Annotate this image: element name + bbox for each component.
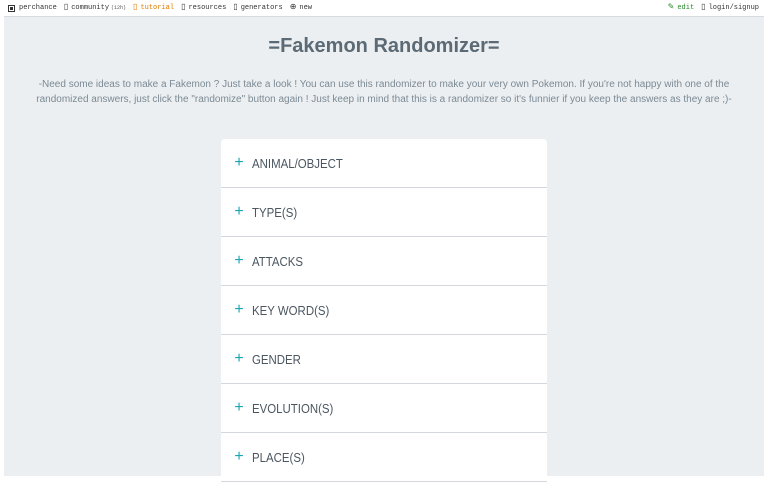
nav-new-label: new	[299, 4, 313, 12]
accordion-item-evolutions[interactable]: + EVOLUTION(S)	[221, 384, 547, 433]
plus-icon: +	[234, 252, 244, 269]
nav-edit[interactable]: ✎ edit	[667, 3, 695, 13]
nav-login[interactable]: ▯ login/signup	[701, 3, 759, 13]
nav-community[interactable]: ▯ community (12h)	[63, 3, 127, 13]
nav-tutorial-label: tutorial	[140, 4, 175, 12]
page-description: -Need some ideas to make a Fakemon ? Jus…	[36, 79, 732, 105]
accordion-item-gender[interactable]: + GENDER	[221, 335, 547, 384]
nav-right: ✎ edit ▯ login/signup	[667, 3, 768, 13]
book-icon: ▯	[133, 3, 138, 12]
dice-icon	[8, 4, 15, 12]
accordion-item-label: EVOLUTION(S)	[252, 400, 334, 416]
plus-icon: +	[234, 350, 244, 367]
accordion-item-key-words[interactable]: + KEY WORD(S)	[221, 286, 547, 335]
nav-brand[interactable]: perchance	[8, 4, 57, 12]
chat-icon: ▯	[63, 3, 69, 12]
accordion-item-label: KEY WORD(S)	[252, 302, 330, 318]
accordion-item-label: TYPE(S)	[252, 204, 298, 220]
plus-icon: +	[234, 399, 244, 416]
plus-circle-icon: ⊕	[289, 3, 297, 12]
top-nav-bar: perchance ▯ community (12h) ▯ tutorial ▯…	[0, 0, 768, 16]
nav-tutorial[interactable]: ▯ tutorial	[133, 3, 175, 13]
accordion-item-label: PLACE(S)	[252, 449, 305, 465]
accordion-item-types[interactable]: + TYPE(S)	[221, 188, 547, 237]
community-badge: (12h)	[111, 5, 127, 11]
nav-generators[interactable]: ▯ generators	[233, 3, 283, 13]
nav-brand-label: perchance	[19, 4, 57, 12]
folder-icon: ▯	[181, 3, 186, 12]
nav-resources[interactable]: ▯ resources	[181, 3, 227, 13]
accordion-item-animal-object[interactable]: + ANIMAL/OBJECT	[221, 139, 547, 188]
plus-icon: +	[234, 154, 244, 171]
plus-icon: +	[234, 301, 244, 318]
plus-icon: +	[234, 203, 244, 220]
generator-output-frame: =Fakemon Randomizer= -Need some ideas to…	[4, 16, 764, 482]
nav-new[interactable]: ⊕ new	[289, 3, 313, 13]
accordion-item-places[interactable]: + PLACE(S)	[221, 433, 547, 482]
nav-resources-label: resources	[188, 4, 227, 12]
accordion-item-label: ATTACKS	[252, 253, 304, 269]
nav-edit-label: edit	[677, 4, 695, 12]
accordion-item-attacks[interactable]: + ATTACKS	[221, 237, 547, 286]
pencil-icon: ✎	[667, 3, 675, 12]
nav-community-label: community	[71, 4, 110, 12]
category-accordion: + ANIMAL/OBJECT + TYPE(S) + ATTACKS + KE…	[221, 139, 547, 482]
accordion-item-label: ANIMAL/OBJECT	[252, 155, 343, 171]
nav-login-label: login/signup	[708, 4, 759, 12]
user-icon: ▯	[701, 3, 706, 12]
nav-left: perchance ▯ community (12h) ▯ tutorial ▯…	[0, 4, 319, 12]
plus-icon: +	[234, 448, 244, 465]
list-icon: ▯	[233, 3, 238, 12]
nav-generators-label: generators	[240, 4, 283, 12]
page-title: =Fakemon Randomizer=	[268, 35, 500, 57]
accordion-item-label: GENDER	[252, 351, 301, 367]
